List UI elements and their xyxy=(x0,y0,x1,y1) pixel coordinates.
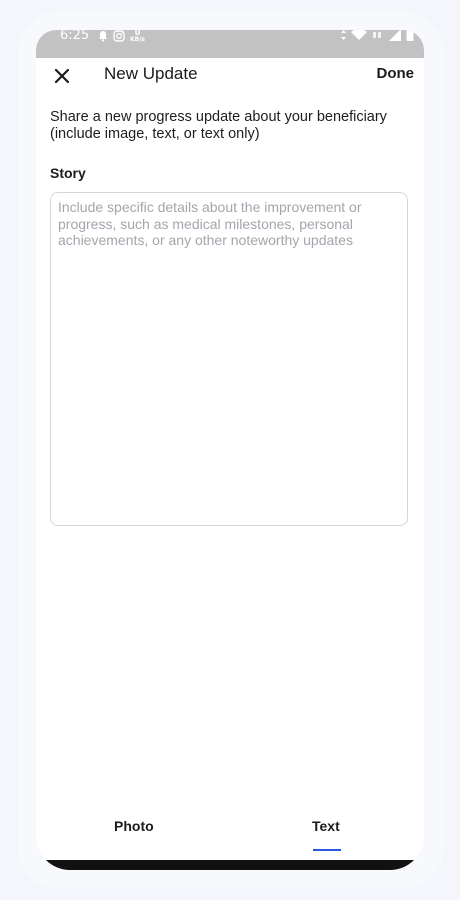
wifi-label-icon xyxy=(373,32,381,38)
notification-icon xyxy=(99,31,107,42)
tab-text[interactable]: Text xyxy=(312,818,340,834)
intro-text: Share a new progress update about your b… xyxy=(50,109,387,142)
app-screen: 6:25 0 KB/s New Update Done Share a new … xyxy=(36,30,424,870)
wifi-icon xyxy=(351,30,367,40)
active-tab-indicator xyxy=(313,849,341,851)
network-speed-unit: KB/s xyxy=(130,36,145,43)
battery-icon xyxy=(406,30,414,41)
signal-icon xyxy=(389,30,401,41)
tab-bar: Photo Text xyxy=(36,810,424,860)
status-time: 6:25 xyxy=(60,30,90,43)
instagram-icon xyxy=(113,30,125,42)
story-label: Story xyxy=(50,165,86,181)
done-button[interactable]: Done xyxy=(377,65,415,82)
status-left-icons: 0 KB/s xyxy=(98,30,145,43)
status-right-icons xyxy=(341,30,414,41)
tab-photo[interactable]: Photo xyxy=(114,818,154,834)
story-input[interactable] xyxy=(51,193,407,525)
data-arrows-icon xyxy=(341,30,346,40)
network-speed: 0 KB/s xyxy=(130,30,145,43)
page-title: New Update xyxy=(104,64,198,83)
close-icon xyxy=(54,68,70,84)
system-navigation-bar xyxy=(36,860,424,870)
status-bar: 6:25 0 KB/s xyxy=(36,30,424,58)
app-header: New Update Done xyxy=(36,58,424,92)
close-button[interactable] xyxy=(50,64,74,88)
story-field xyxy=(50,192,408,526)
